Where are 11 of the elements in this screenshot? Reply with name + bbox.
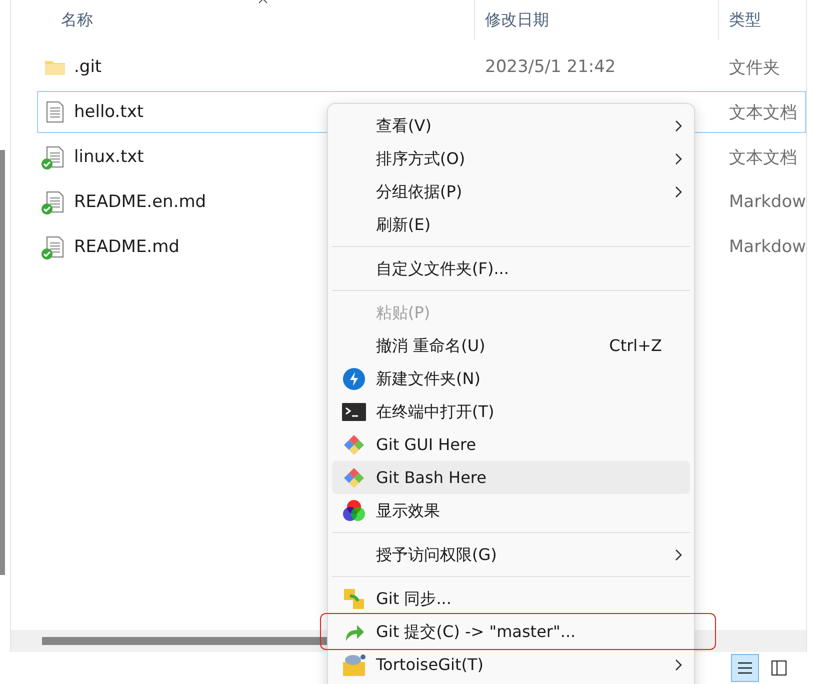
file-type: 文本文档: [728, 102, 797, 122]
file-type: 文件夹: [728, 58, 780, 78]
file-name: hello.txt: [74, 102, 144, 122]
file-date: 2023/5/1 21:42: [484, 57, 616, 77]
file-name: README.en.md: [74, 192, 206, 212]
file-type: Markdow: [728, 237, 806, 257]
file-name: README.md: [74, 237, 180, 257]
file-type: Markdow: [728, 192, 806, 212]
file-type: 文本文档: [728, 148, 797, 168]
file-name: linux.txt: [74, 147, 144, 167]
file-name: .git: [74, 57, 102, 77]
